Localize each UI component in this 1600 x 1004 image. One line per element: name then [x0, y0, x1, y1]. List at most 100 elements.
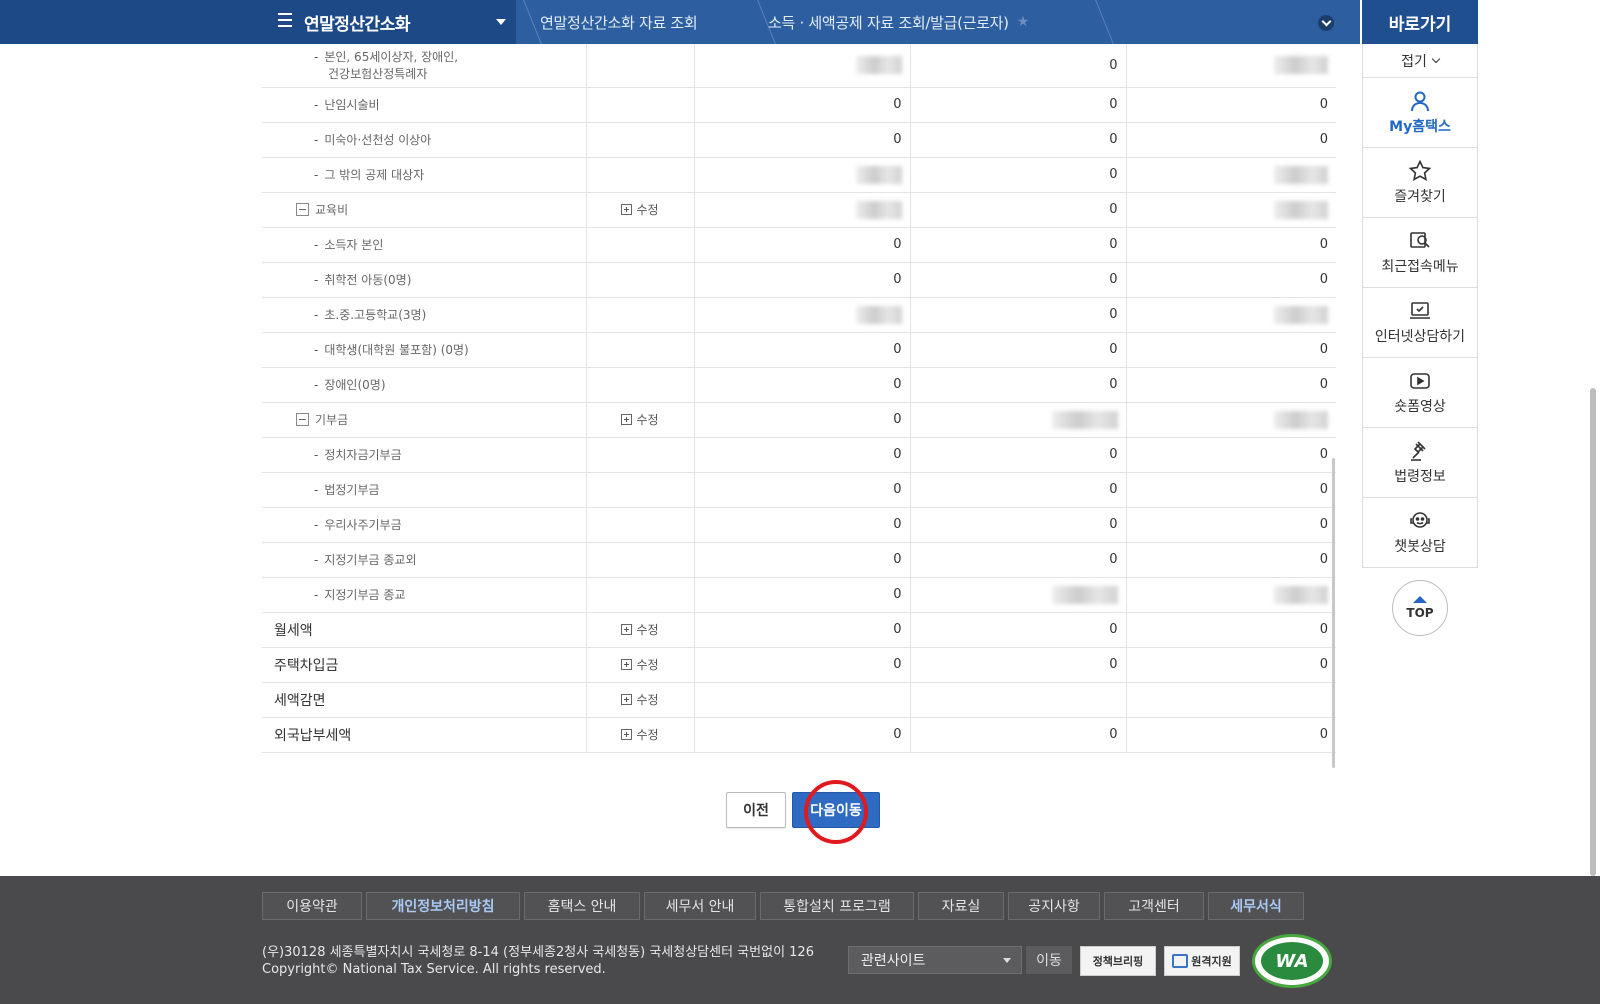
favorite-star-icon[interactable]: ★: [1017, 14, 1030, 30]
wa-logo: WA: [1261, 942, 1323, 980]
footer-link[interactable]: 세무서 안내: [644, 892, 756, 920]
table-row: - 소득자 본인 0 0 0: [262, 227, 1336, 263]
amount-cell: 0: [693, 332, 910, 368]
chevron-down-icon[interactable]: [1318, 15, 1334, 31]
amount-cell: [693, 44, 910, 88]
gavel-icon: [1411, 441, 1426, 461]
top-navigation-bar: 연말정산간소화 연말정산간소화 자료 조회 소득 · 세액공제 자료 조회/발급…: [0, 0, 1360, 44]
quick-item-recent-menu[interactable]: 최근접속메뉴: [1362, 218, 1478, 288]
prev-button[interactable]: 이전: [726, 792, 786, 828]
edit-cell: [585, 122, 694, 158]
edit-cell[interactable]: 수정: [585, 682, 694, 718]
go-button[interactable]: 이동: [1026, 946, 1072, 974]
quick-item-favorites[interactable]: 즐겨찾기: [1362, 148, 1478, 218]
redacted-amount: [855, 305, 902, 324]
hamburger-icon[interactable]: [278, 13, 292, 27]
amount-cell: [693, 192, 910, 228]
footer-link[interactable]: 세무서식: [1208, 892, 1304, 920]
web-accessibility-mark[interactable]: WA: [1252, 934, 1332, 988]
edit-cell: [585, 87, 694, 123]
collapse-icon[interactable]: [296, 203, 309, 216]
quick-item-short-video[interactable]: 숏폼영상: [1362, 358, 1478, 428]
table-scrollbar[interactable]: [1332, 458, 1335, 768]
quick-item-myhometax[interactable]: My홈택스: [1362, 78, 1478, 148]
dash-marker: -: [314, 483, 319, 497]
footer-link[interactable]: 자료실: [918, 892, 1004, 920]
amount-cell: 0: [693, 717, 910, 753]
amount-cell: [909, 682, 1126, 718]
quick-item-chatbot[interactable]: 챗봇상담: [1362, 498, 1478, 568]
amount-cell: 0: [909, 297, 1126, 333]
edit-cell[interactable]: 수정: [585, 647, 694, 683]
category-label: 외국납부세액: [262, 717, 586, 753]
table-row: 교육비 수정 0: [262, 192, 1336, 228]
row-label-text: 대학생(대학원 불포함) (0명): [324, 343, 469, 357]
menu-title[interactable]: 연말정산간소화: [304, 10, 410, 35]
amount-cell: 0: [1125, 717, 1336, 753]
remote-support-label: 원격지원: [1191, 955, 1232, 968]
breadcrumb-item-1[interactable]: 연말정산간소화 자료 조회: [540, 0, 750, 44]
menu-selector[interactable]: 연말정산간소화: [0, 0, 516, 44]
remote-support-link[interactable]: 원격지원: [1164, 946, 1240, 976]
quick-item-law-info[interactable]: 법령정보: [1362, 428, 1478, 498]
fold-button[interactable]: 접기: [1362, 44, 1478, 78]
edit-button-label: 수정: [636, 728, 659, 742]
page-scrollbar[interactable]: [1590, 388, 1596, 876]
footer-link[interactable]: 고객센터: [1104, 892, 1204, 920]
category-label: 월세액: [262, 612, 586, 648]
footer-address-block: (우)30128 세종특별자치시 국세청로 8-14 (정부세종2청사 국세청동…: [262, 944, 814, 978]
footer-link[interactable]: 홈택스 안내: [524, 892, 640, 920]
row-label: - 본인, 65세이상자, 장애인, 건강보험산정특례자: [262, 44, 586, 88]
row-label: - 소득자 본인: [262, 227, 586, 263]
redacted-amount: [1274, 200, 1328, 219]
row-label: - 대학생(대학원 불포함) (0명): [262, 332, 586, 368]
row-label: -그 밖의 공제 대상자: [262, 157, 586, 193]
next-button[interactable]: 다음이동: [792, 792, 880, 828]
redacted-amount: [855, 56, 902, 75]
amount-cell: [693, 297, 910, 333]
dash-marker: -: [314, 378, 319, 392]
breadcrumb-item-2[interactable]: 소득 · 세액공제 자료 조회/발급(근로자) ★: [768, 0, 1088, 44]
dash-marker: -: [314, 50, 319, 65]
row-label: - 초.중.고등학교(3명): [262, 297, 586, 333]
row-label-text: 지정기부금 종교외: [324, 553, 417, 567]
edit-cell: [585, 44, 694, 88]
footer-link[interactable]: 통합설치 프로그램: [760, 892, 914, 920]
row-label: - 지정기부금 종교: [262, 577, 586, 613]
caret-down-icon[interactable]: [496, 19, 506, 25]
play-icon: [1410, 373, 1430, 389]
edit-cell[interactable]: 수정: [585, 612, 694, 648]
edit-cell: [585, 157, 694, 193]
plus-icon: [621, 659, 633, 670]
amount-cell: 0: [693, 367, 910, 403]
collapse-icon[interactable]: [296, 413, 309, 426]
amount-cell: 0: [693, 612, 910, 648]
footer-link[interactable]: 공지사항: [1008, 892, 1100, 920]
policy-briefing-link[interactable]: 정책브리핑: [1080, 946, 1156, 976]
footer-address: (우)30128 세종특별자치시 국세청로 8-14 (정부세종2청사 국세청동…: [262, 945, 814, 960]
group-label: 교육비: [262, 192, 586, 228]
edit-cell[interactable]: 수정: [585, 402, 694, 438]
amount-cell: [1125, 157, 1336, 193]
redacted-amount: [1274, 410, 1328, 429]
dash-marker: -: [314, 133, 319, 147]
table-row: 세액감면 수정: [262, 682, 1336, 718]
plus-icon: [621, 624, 633, 635]
table-row: - 지정기부금 종교외 0 0 0: [262, 542, 1336, 578]
footer-link[interactable]: 이용약관: [262, 892, 362, 920]
amount-cell: 0: [909, 262, 1126, 298]
row-label-text: 소득자 본인: [324, 238, 384, 252]
quick-item-label: 챗봇상담: [1394, 539, 1446, 555]
edit-button-label: 수정: [636, 623, 659, 637]
table-row: - 대학생(대학원 불포함) (0명) 0 0 0: [262, 332, 1336, 368]
scroll-top-button[interactable]: TOP: [1392, 580, 1448, 636]
edit-cell: [585, 332, 694, 368]
related-site-select[interactable]: 관련사이트: [848, 946, 1022, 974]
edit-cell[interactable]: 수정: [585, 717, 694, 753]
edit-button-label: 수정: [636, 203, 659, 217]
amount-cell: 0: [1125, 472, 1336, 508]
quick-item-internet-consult[interactable]: 인터넷상담하기: [1362, 288, 1478, 358]
footer-link[interactable]: 개인정보처리방침: [366, 892, 520, 920]
edit-cell[interactable]: 수정: [585, 192, 694, 228]
amount-cell: [693, 682, 910, 718]
